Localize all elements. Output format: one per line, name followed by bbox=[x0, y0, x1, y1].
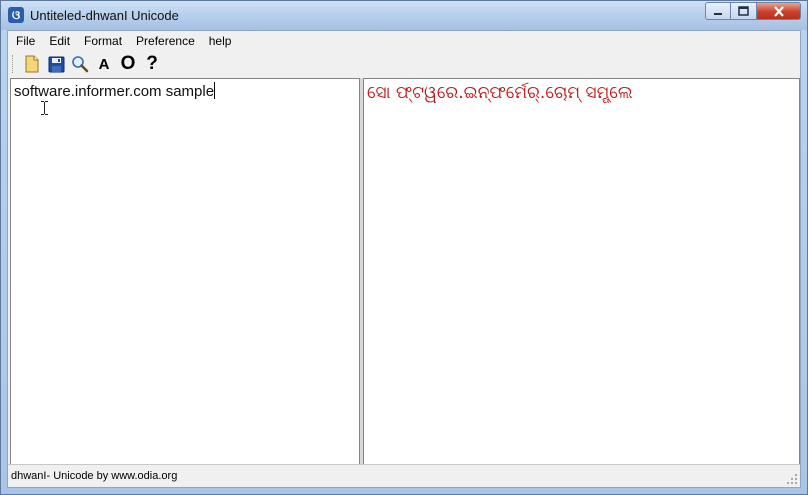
window-title: Untiteled-dhwanI Unicode bbox=[30, 8, 179, 23]
minimize-button[interactable] bbox=[705, 2, 731, 20]
input-text: software.informer.com sample bbox=[14, 83, 215, 100]
status-text: dhwanI- Unicode by www.odia.org bbox=[11, 470, 178, 482]
minimize-icon bbox=[714, 13, 722, 15]
save-icon bbox=[48, 56, 64, 72]
close-button[interactable] bbox=[757, 2, 801, 20]
odia-button[interactable]: O bbox=[118, 53, 138, 74]
menu-help[interactable]: help bbox=[202, 31, 239, 51]
open-file-button[interactable] bbox=[22, 54, 42, 74]
client-area: File Edit Format Preference help A O ? s… bbox=[7, 30, 801, 488]
font-button[interactable]: A bbox=[94, 54, 114, 74]
menu-bar: File Edit Format Preference help bbox=[8, 31, 800, 51]
resize-grip-icon[interactable] bbox=[786, 473, 798, 485]
menu-edit[interactable]: Edit bbox=[42, 31, 77, 51]
odia-output-text: ସୋ ଫ୍ଟୱରେ.ଇନ୍ଫର୍ମେର୍.ଚୋମ୍ ସମ୍ପ୍ଲେ bbox=[367, 83, 633, 103]
find-button[interactable] bbox=[70, 54, 90, 74]
input-text-line[interactable]: software.informer.com sample bbox=[14, 82, 216, 100]
search-icon bbox=[72, 56, 89, 73]
save-button[interactable] bbox=[46, 54, 66, 74]
input-editor[interactable]: software.informer.com sample bbox=[10, 78, 360, 467]
menu-file[interactable]: File bbox=[8, 31, 42, 51]
help-button[interactable]: ? bbox=[142, 53, 162, 74]
text-caret bbox=[214, 82, 216, 99]
maximize-button[interactable] bbox=[731, 2, 757, 20]
app-logo-icon[interactable]: ଓ bbox=[8, 7, 24, 23]
app-window: ଓ Untiteled-dhwanI Unicode File Edit For… bbox=[0, 0, 808, 495]
window-controls bbox=[705, 2, 801, 22]
title-bar[interactable]: ଓ Untiteled-dhwanI Unicode bbox=[1, 1, 807, 30]
menu-preference[interactable]: Preference bbox=[129, 31, 202, 51]
close-icon bbox=[773, 5, 784, 17]
maximize-icon bbox=[738, 6, 749, 16]
menu-format[interactable]: Format bbox=[77, 31, 129, 51]
open-file-icon bbox=[25, 55, 39, 73]
status-bar: dhwanI- Unicode by www.odia.org bbox=[8, 464, 800, 487]
toolbar: A O ? bbox=[8, 52, 800, 76]
output-editor[interactable]: ସୋ ଫ୍ଟୱରେ.ଇନ୍ଫର୍ମେର୍.ଚୋମ୍ ସମ୍ପ୍ଲେ bbox=[363, 78, 800, 467]
ibeam-cursor-icon bbox=[41, 101, 48, 115]
toolbar-grip[interactable] bbox=[12, 55, 16, 73]
